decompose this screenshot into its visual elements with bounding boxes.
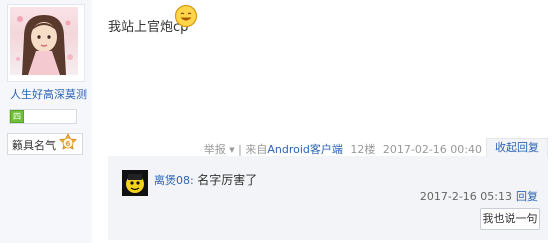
reply-line: 离煲08: 名字厉害了 — [154, 171, 257, 188]
meta-separator: | — [238, 143, 242, 156]
rank-box: 籁具名气 6 — [7, 133, 83, 155]
post-meta-row: 举报 ▼ | 来自Android客户端 12楼 2017-02-16 00:40… — [92, 138, 554, 157]
reply-avatar[interactable] — [122, 170, 148, 196]
author-avatar-image — [10, 7, 78, 75]
reply-meta: 2017-2-16 05:13 回复 — [420, 188, 538, 204]
author-avatar[interactable] — [7, 4, 85, 82]
reply-timestamp: 2017-2-16 05:13 — [419, 190, 512, 203]
floor-number: 12楼 — [350, 143, 376, 156]
chevron-down-icon[interactable]: ▼ — [229, 146, 234, 154]
author-username[interactable]: 人生好高深莫测 — [10, 86, 90, 102]
reply-button[interactable]: 回复 — [516, 190, 538, 203]
rank-medal-icon: 6 — [59, 133, 77, 150]
post-timestamp: 2017-02-16 00:40 — [382, 143, 482, 156]
report-link[interactable]: 举报 — [204, 143, 226, 156]
reply-text: 名字厉害了 — [197, 173, 258, 187]
rank-label: 籁具名气 — [12, 139, 56, 152]
post-meta: 举报 ▼ | 来自Android客户端 12楼 2017-02-16 00:40 — [204, 141, 482, 157]
collapse-replies-button[interactable]: 收起回复 — [486, 138, 548, 157]
source-prefix: 来自 — [245, 143, 268, 156]
reply-avatar-icon — [122, 170, 148, 196]
reply-username[interactable]: 离煲08 — [154, 174, 190, 187]
level-badge-icon[interactable]: 四 — [10, 110, 24, 123]
smile-emoji-icon — [174, 4, 198, 28]
author-sidebar: 人生好高深莫测 四 籁具名气 6 — [0, 0, 92, 243]
add-reply-button[interactable]: 我也说一句 — [480, 208, 540, 230]
rank-number: 6 — [66, 140, 71, 148]
avatar-portrait-icon — [16, 15, 73, 75]
reply-colon: : — [190, 174, 194, 187]
source-client-link[interactable]: Android客户端 — [267, 143, 343, 156]
reply-box: 离煲08: 名字厉害了 2017-2-16 05:13 回复 我也说一句 — [108, 156, 548, 240]
post-content: 我站上官炮cp 举报 ▼ | 来自Android客户端 12楼 2017-02-… — [92, 0, 554, 243]
